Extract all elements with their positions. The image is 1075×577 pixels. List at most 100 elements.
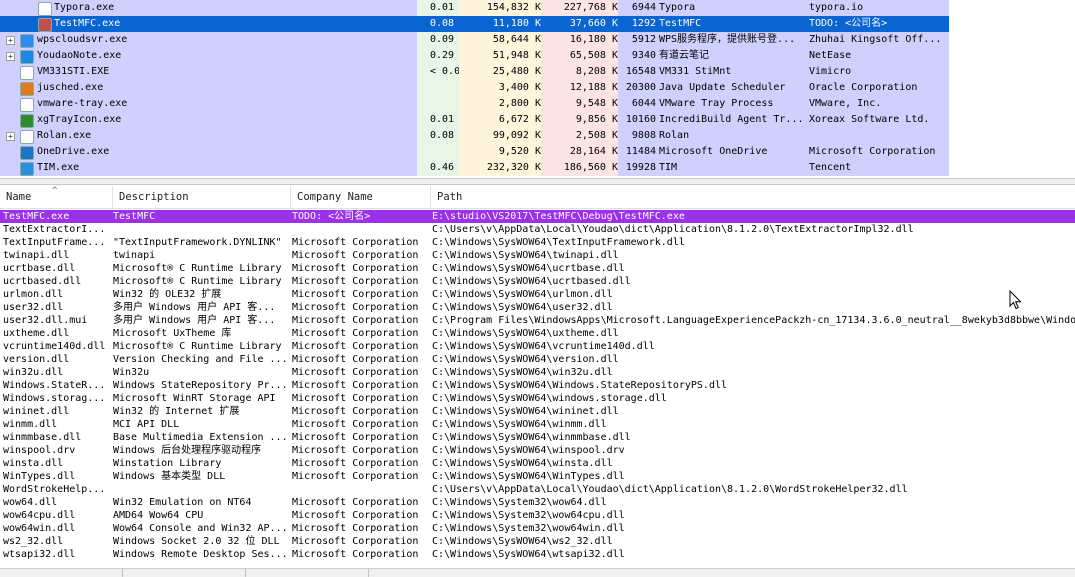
process-name-cell[interactable]: TIM.exe <box>0 160 417 176</box>
dll-description: Microsoft WinRT Storage API <box>113 393 276 404</box>
dll-row[interactable]: vcruntime140d.dll Microsoft® C Runtime Li… <box>0 340 1075 353</box>
dll-row[interactable]: ws2_32.dll Windows Socket 2.0 32 位 DLL Mic… <box>0 535 1075 548</box>
dll-row[interactable]: wow64cpu.dll AMD64 Wow64 CPU Microsoft Cor… <box>0 509 1075 522</box>
dll-name: TextExtractorI... <box>3 224 106 235</box>
process-description: IncrediBuild Agent Tr... <box>659 114 804 125</box>
dll-path: C:\Windows\SysWOW64\uxtheme.dll <box>432 328 619 339</box>
dll-row[interactable]: wow64win.dll Wow64 Console and Win32 AP..… <box>0 522 1075 535</box>
dll-row[interactable]: version.dll Version Checking and File ...… <box>0 353 1075 366</box>
process-name-cell[interactable]: Typora.exe <box>0 0 417 16</box>
process-working-set: 9,548 K <box>541 96 618 112</box>
dll-row[interactable]: uxtheme.dll Microsoft UxTheme 库 Microsoft … <box>0 327 1075 340</box>
column-header-path[interactable]: Path <box>431 186 1075 208</box>
process-row[interactable]: + YoudaoNote.exe 0.29 51,948 K 65,508 K 9340 有… <box>0 48 949 64</box>
dll-row[interactable]: user32.dll.mui 多用户 Windows 用户 API 客... Mic… <box>0 314 1075 327</box>
dll-path: C:\Windows\SysWOW64\win32u.dll <box>432 367 613 378</box>
dll-row[interactable]: wtsapi32.dll Windows Remote Desktop Ses..… <box>0 548 1075 561</box>
dll-description: Microsoft UxTheme 库 <box>113 328 232 339</box>
process-row[interactable]: VM331STI.EXE < 0.01 25,480 K 8,208 K 16548 VM… <box>0 64 949 80</box>
process-pid-desc-cell: 20300 Java Update Scheduler <box>618 80 806 96</box>
dll-row[interactable]: WinTypes.dll Windows 基本类型 DLL Microsoft Co… <box>0 470 1075 483</box>
process-row[interactable]: TIM.exe 0.46 232,320 K 186,560 K 19928 TIM Ten… <box>0 160 949 176</box>
dll-row[interactable]: user32.dll 多用户 Windows 用户 API 客... Microso… <box>0 301 1075 314</box>
dll-description <box>113 223 288 236</box>
process-name-cell[interactable]: + Rolan.exe <box>0 128 417 144</box>
dll-row[interactable]: TestMFC.exe TestMFC TODO: <公司名> E:\studio\V… <box>0 210 1075 223</box>
process-working-set: 186,560 K <box>541 160 618 176</box>
mfc-app-icon <box>38 18 52 32</box>
dll-row[interactable]: winmm.dll MCI API DLL Microsoft Corporatio… <box>0 418 1075 431</box>
process-row[interactable]: TestMFC.exe 0.08 11,180 K 37,660 K 1292 TestM… <box>0 16 949 32</box>
dll-description: Base Multimedia Extension ... <box>113 432 288 443</box>
dll-path: E:\studio\VS2017\TestMFC\Debug\TestMFC.e… <box>432 211 685 222</box>
process-working-set: 37,660 K <box>541 16 618 32</box>
expand-tree-icon[interactable]: + <box>6 52 15 61</box>
process-tree[interactable]: Typora.exe 0.01 154,832 K 227,768 K 6944 Typo… <box>0 0 1075 176</box>
dll-row[interactable]: wow64.dll Win32 Emulation on NT64 Microsof… <box>0 496 1075 509</box>
dll-name: win32u.dll <box>3 367 64 378</box>
dll-path: C:\Windows\SysWOW64\ucrtbase.dll <box>432 263 625 274</box>
dll-row[interactable]: Windows.StateR... Windows StateRepository… <box>0 379 1075 392</box>
dll-name: user32.dll <box>3 302 64 313</box>
process-row[interactable]: vmware-tray.exe 2,800 K 9,548 K 6044 VMware … <box>0 96 949 112</box>
process-name-cell[interactable]: + YoudaoNote.exe <box>0 48 417 64</box>
process-name-cell[interactable]: TestMFC.exe <box>0 16 417 32</box>
process-name-cell[interactable]: VM331STI.EXE <box>0 64 417 80</box>
pane-splitter[interactable] <box>0 178 1075 185</box>
dll-row[interactable]: ucrtbased.dll Microsoft® C Runtime Librar… <box>0 275 1075 288</box>
dll-row[interactable]: ucrtbase.dll Microsoft® C Runtime Library… <box>0 262 1075 275</box>
dll-row[interactable]: winmmbase.dll Base Multimedia Extension .… <box>0 431 1075 444</box>
process-name-cell[interactable]: vmware-tray.exe <box>0 96 417 112</box>
dll-row[interactable]: win32u.dll Win32u Microsoft Corporation C:\… <box>0 366 1075 379</box>
dll-path: C:\Windows\SysWOW64\winsta.dll <box>432 458 613 469</box>
dll-path: C:\Windows\System32\wow64win.dll <box>432 523 625 534</box>
process-name-cell[interactable]: jusched.exe <box>0 80 417 96</box>
process-row[interactable]: jusched.exe 3,400 K 12,188 K 20300 Java Upda… <box>0 80 949 96</box>
dll-path: C:\Windows\SysWOW64\winmm.dll <box>432 419 607 430</box>
dll-company: Microsoft Corporation <box>292 523 419 534</box>
process-working-set: 2,508 K <box>541 128 618 144</box>
dll-row[interactable]: wininet.dll Win32 的 Internet 扩展 Microsoft … <box>0 405 1075 418</box>
process-row[interactable]: + wpscloudsvr.exe 0.09 58,644 K 16,180 K 5912… <box>0 32 949 48</box>
dll-name: urlmon.dll <box>3 289 64 300</box>
column-header-company[interactable]: Company Name <box>291 186 431 208</box>
column-header-name[interactable]: ^ Name <box>0 186 113 208</box>
process-row[interactable]: OneDrive.exe 9,520 K 28,164 K 11484 Microsof… <box>0 144 949 160</box>
process-pid: 10160 <box>625 114 656 125</box>
dll-company: Microsoft Corporation <box>292 328 419 339</box>
dll-description: "TextInputFramework.DYNLINK" <box>113 237 282 248</box>
column-header-description-label: Description <box>119 191 189 203</box>
process-name: jusched.exe <box>37 82 104 93</box>
process-row[interactable]: Typora.exe 0.01 154,832 K 227,768 K 6944 Typo… <box>0 0 949 16</box>
process-name-cell[interactable]: xgTrayIcon.exe <box>0 112 417 128</box>
column-header-description[interactable]: Description <box>113 186 291 208</box>
dll-row[interactable]: Windows.storag... Microsoft WinRT Storage… <box>0 392 1075 405</box>
process-name-cell[interactable]: + wpscloudsvr.exe <box>0 32 417 48</box>
dll-name: wow64cpu.dll <box>3 510 76 521</box>
expand-tree-icon[interactable]: + <box>6 36 15 45</box>
process-working-set: 12,188 K <box>541 80 618 96</box>
process-private-bytes: 6,672 K <box>459 112 541 128</box>
dll-row[interactable]: TextExtractorI... C:\Users\v\AppData\Loca… <box>0 223 1075 236</box>
dll-row[interactable]: urlmon.dll Win32 的 OLE32 扩展 Microsoft Corp… <box>0 288 1075 301</box>
process-name-cell[interactable]: OneDrive.exe <box>0 144 417 160</box>
dll-row[interactable]: winspool.drv Windows 后台处理程序驱动程序 Microsoft … <box>0 444 1075 457</box>
dll-list[interactable]: TestMFC.exe TestMFC TODO: <公司名> E:\studio\V… <box>0 210 1075 561</box>
process-row[interactable]: + Rolan.exe 0.08 99,092 K 2,508 K 9808 Rolan <box>0 128 949 144</box>
dll-path: C:\Users\v\AppData\Local\Youdao\dict\App… <box>432 484 908 495</box>
dll-path: C:\Windows\SysWOW64\version.dll <box>432 354 619 365</box>
dll-company: Microsoft Corporation <box>292 315 419 326</box>
dll-name: winspool.drv <box>3 445 76 456</box>
process-pid-desc-cell: 1292 TestMFC <box>618 16 806 32</box>
dll-company: Microsoft Corporation <box>292 380 419 391</box>
dll-row[interactable]: TextInputFrame... "TextInputFramework.DYN… <box>0 236 1075 249</box>
dll-row[interactable]: twinapi.dll twinapi Microsoft Corporation C… <box>0 249 1075 262</box>
process-row[interactable]: xgTrayIcon.exe 0.01 6,672 K 9,856 K 10160 Inc… <box>0 112 949 128</box>
expand-tree-icon[interactable]: + <box>6 132 15 141</box>
dll-path: C:\Windows\SysWOW64\urlmon.dll <box>432 289 613 300</box>
dll-path: C:\Windows\SysWOW64\user32.dll <box>432 302 613 313</box>
dll-row[interactable]: WordStrokeHelp... C:\Users\v\AppData\Loca… <box>0 483 1075 496</box>
dll-company: Microsoft Corporation <box>292 406 419 417</box>
process-name: VM331STI.EXE <box>37 66 110 77</box>
dll-row[interactable]: winsta.dll Winstation Library Microsoft Co… <box>0 457 1075 470</box>
